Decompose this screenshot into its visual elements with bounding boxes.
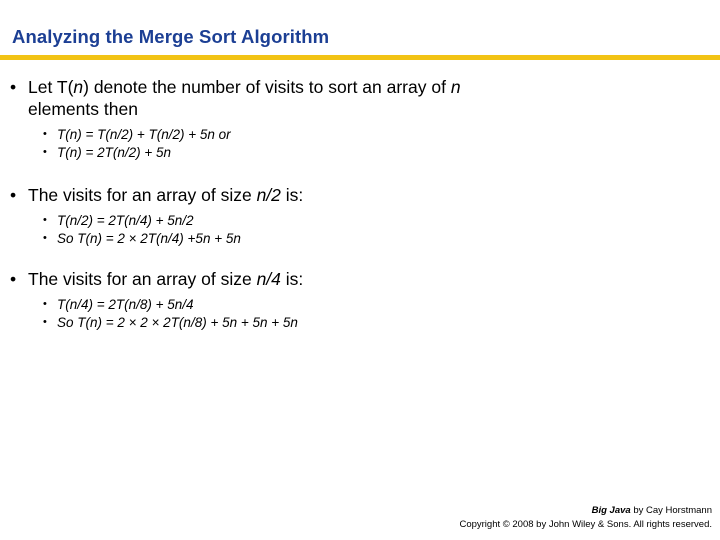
sub-bullet-group-2: • T(n/2) = 2T(n/4) + 5n/2 • So T(n) = 2 …: [0, 212, 700, 248]
bullet1-var-n2: n: [450, 77, 461, 97]
bullet-level2: • T(n/4) = 2T(n/8) + 5n/4: [0, 296, 700, 314]
footer-byline: by Cay Horstmann: [630, 504, 712, 516]
bullet-level2-text: T(n) = 2T(n/2) + 5n: [57, 145, 172, 161]
bullet2-part2: is:: [280, 185, 304, 205]
bullet-dot-icon: •: [10, 268, 17, 289]
footer: Big Java by Cay Horstmann Copyright © 20…: [459, 504, 712, 533]
bullet2-var-n2: n/2: [256, 185, 281, 205]
bullet-level2: • So T(n) = 2 × 2T(n/4) +5n + 5n: [0, 230, 700, 248]
bullet-level2-text: T(n) = T(n/2) + T(n/2) + 5n or: [57, 127, 231, 143]
bullet3-part1: The visits for an array of size: [28, 268, 257, 289]
bullet-dot-icon: •: [43, 128, 47, 141]
bullet-level2-text: T(n/2) = 2T(n/4) + 5n/2: [57, 213, 194, 229]
page-title: Analyzing the Merge Sort Algorithm: [12, 26, 330, 47]
bullet2-part1: The visits for an array of size: [28, 185, 257, 205]
bullet-level2: • T(n) = T(n/2) + T(n/2) + 5n or: [0, 126, 700, 144]
bullet-level1-text: The visits for an array of size n/4 is:: [28, 268, 700, 290]
bullet1-part1: Let T(: [28, 77, 74, 97]
bullet-level2: • T(n) = 2T(n/2) + 5n: [0, 144, 700, 162]
bullet-level2-text: T(n/4) = 2T(n/8) + 5n/4: [57, 297, 194, 312]
bullet-level2: • T(n/2) = 2T(n/4) + 5n/2: [0, 212, 700, 230]
bullet1-line2: elements then: [28, 99, 138, 120]
bullet-dot-icon: •: [43, 232, 47, 244]
bullet-dot-icon: •: [43, 315, 47, 328]
bullet-level1-text: Let T(n) denote the number of visits to …: [28, 76, 700, 98]
bullet3-var-n4: n/4: [256, 268, 281, 289]
bullet-dot-icon: •: [43, 298, 47, 310]
sub-bullet-group-1: • T(n) = T(n/2) + T(n/2) + 5n or • T(n) …: [0, 126, 700, 162]
bullet-dot-icon: •: [10, 185, 17, 205]
bullet1-var-n: n: [73, 77, 84, 97]
slide: Analyzing the Merge Sort Algorithm • Let…: [0, 0, 720, 540]
bullet-level1: • Let T(n) denote the number of visits t…: [0, 76, 700, 120]
footer-attribution: Big Java by Cay Horstmann: [459, 504, 712, 518]
footer-copyright: Copyright © 2008 by John Wiley & Sons. A…: [459, 518, 712, 530]
bullet-level1: • The visits for an array of size n/2 is…: [0, 184, 700, 206]
bullet-level1-text: The visits for an array of size n/2 is:: [28, 184, 700, 206]
slide-body: • Let T(n) denote the number of visits t…: [0, 76, 700, 336]
bullet-level2: • So T(n) = 2 × 2 × 2T(n/8) + 5n + 5n + …: [0, 314, 700, 332]
bullet-dot-icon: •: [10, 77, 17, 97]
title-divider: [0, 55, 720, 60]
sub-bullet-group-3: • T(n/4) = 2T(n/8) + 5n/4 • So T(n) = 2 …: [0, 296, 700, 332]
bullet-level1: • The visits for an array of size n/4 is…: [0, 268, 700, 290]
bullet-level2-text: So T(n) = 2 × 2 × 2T(n/8) + 5n + 5n + 5n: [57, 314, 298, 330]
bullet-dot-icon: •: [43, 146, 47, 159]
bullet-level2-text: So T(n) = 2 × 2T(n/4) +5n + 5n: [57, 231, 241, 246]
footer-book-title: Big Java: [591, 504, 631, 516]
bullet-dot-icon: •: [43, 214, 47, 227]
bullet1-part2: ) denote the number of visits to sort an…: [83, 77, 451, 97]
bullet3-part2: is:: [280, 268, 304, 289]
